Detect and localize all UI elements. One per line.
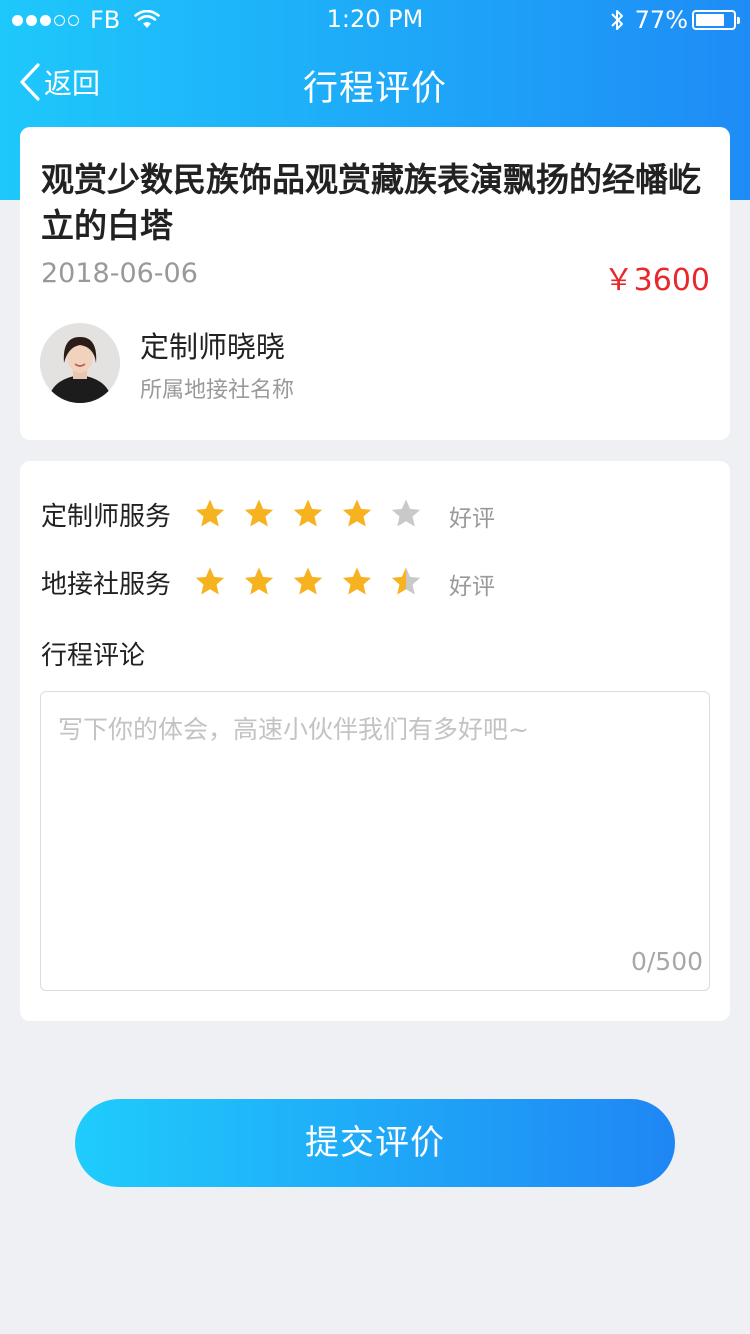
trip-title: 观赏少数民族饰品观赏藏族表演飘扬的经幡屹立的白塔 (41, 160, 701, 245)
guide-name: 定制师晓晓 (140, 330, 286, 364)
guide-agency: 所属地接社名称 (140, 378, 295, 403)
star-rating (193, 493, 438, 531)
nav-bar: 返回 行程评价 (0, 40, 750, 128)
comment-label: 行程评论 (41, 641, 146, 671)
rating-label: 定制师服务 (41, 502, 172, 532)
bluetooth-icon (610, 10, 623, 30)
character-counter: 0/500 (630, 947, 703, 976)
rating-row-agency: 地接社服务 好评 (41, 561, 711, 605)
star-rating (193, 561, 438, 599)
star-icon[interactable] (193, 565, 227, 599)
star-icon[interactable] (193, 497, 227, 531)
rating-text: 好评 (449, 506, 495, 532)
status-bar: FB 1:20 PM 77% (0, 0, 750, 40)
rating-row-designer: 定制师服务 好评 (41, 493, 711, 537)
battery-percent: 77% (634, 6, 688, 34)
star-icon[interactable] (340, 497, 374, 531)
star-icon[interactable] (242, 497, 276, 531)
rating-text: 好评 (449, 574, 495, 600)
trip-card: 观赏少数民族饰品观赏藏族表演飘扬的经幡屹立的白塔 2018-06-06 ￥360… (20, 127, 730, 440)
star-icon[interactable] (291, 497, 325, 531)
star-icon[interactable] (389, 565, 423, 599)
comment-input[interactable] (41, 692, 709, 990)
star-icon[interactable] (242, 565, 276, 599)
status-right: 77% (609, 6, 740, 34)
trip-date: 2018-06-06 (41, 258, 198, 289)
battery-icon (692, 10, 740, 30)
star-icon[interactable] (389, 497, 423, 531)
star-icon[interactable] (340, 565, 374, 599)
rating-label: 地接社服务 (41, 570, 172, 600)
comment-box: 0/500 (40, 691, 710, 991)
rating-card: 定制师服务 好评 地接社服务 好评 行程评论 0/500 (20, 461, 730, 1021)
submit-review-button[interactable]: 提交评价 (75, 1099, 675, 1187)
star-icon[interactable] (291, 565, 325, 599)
page-title: 行程评价 (302, 69, 447, 109)
avatar (40, 323, 120, 403)
trip-price: ￥3600 (603, 263, 710, 298)
